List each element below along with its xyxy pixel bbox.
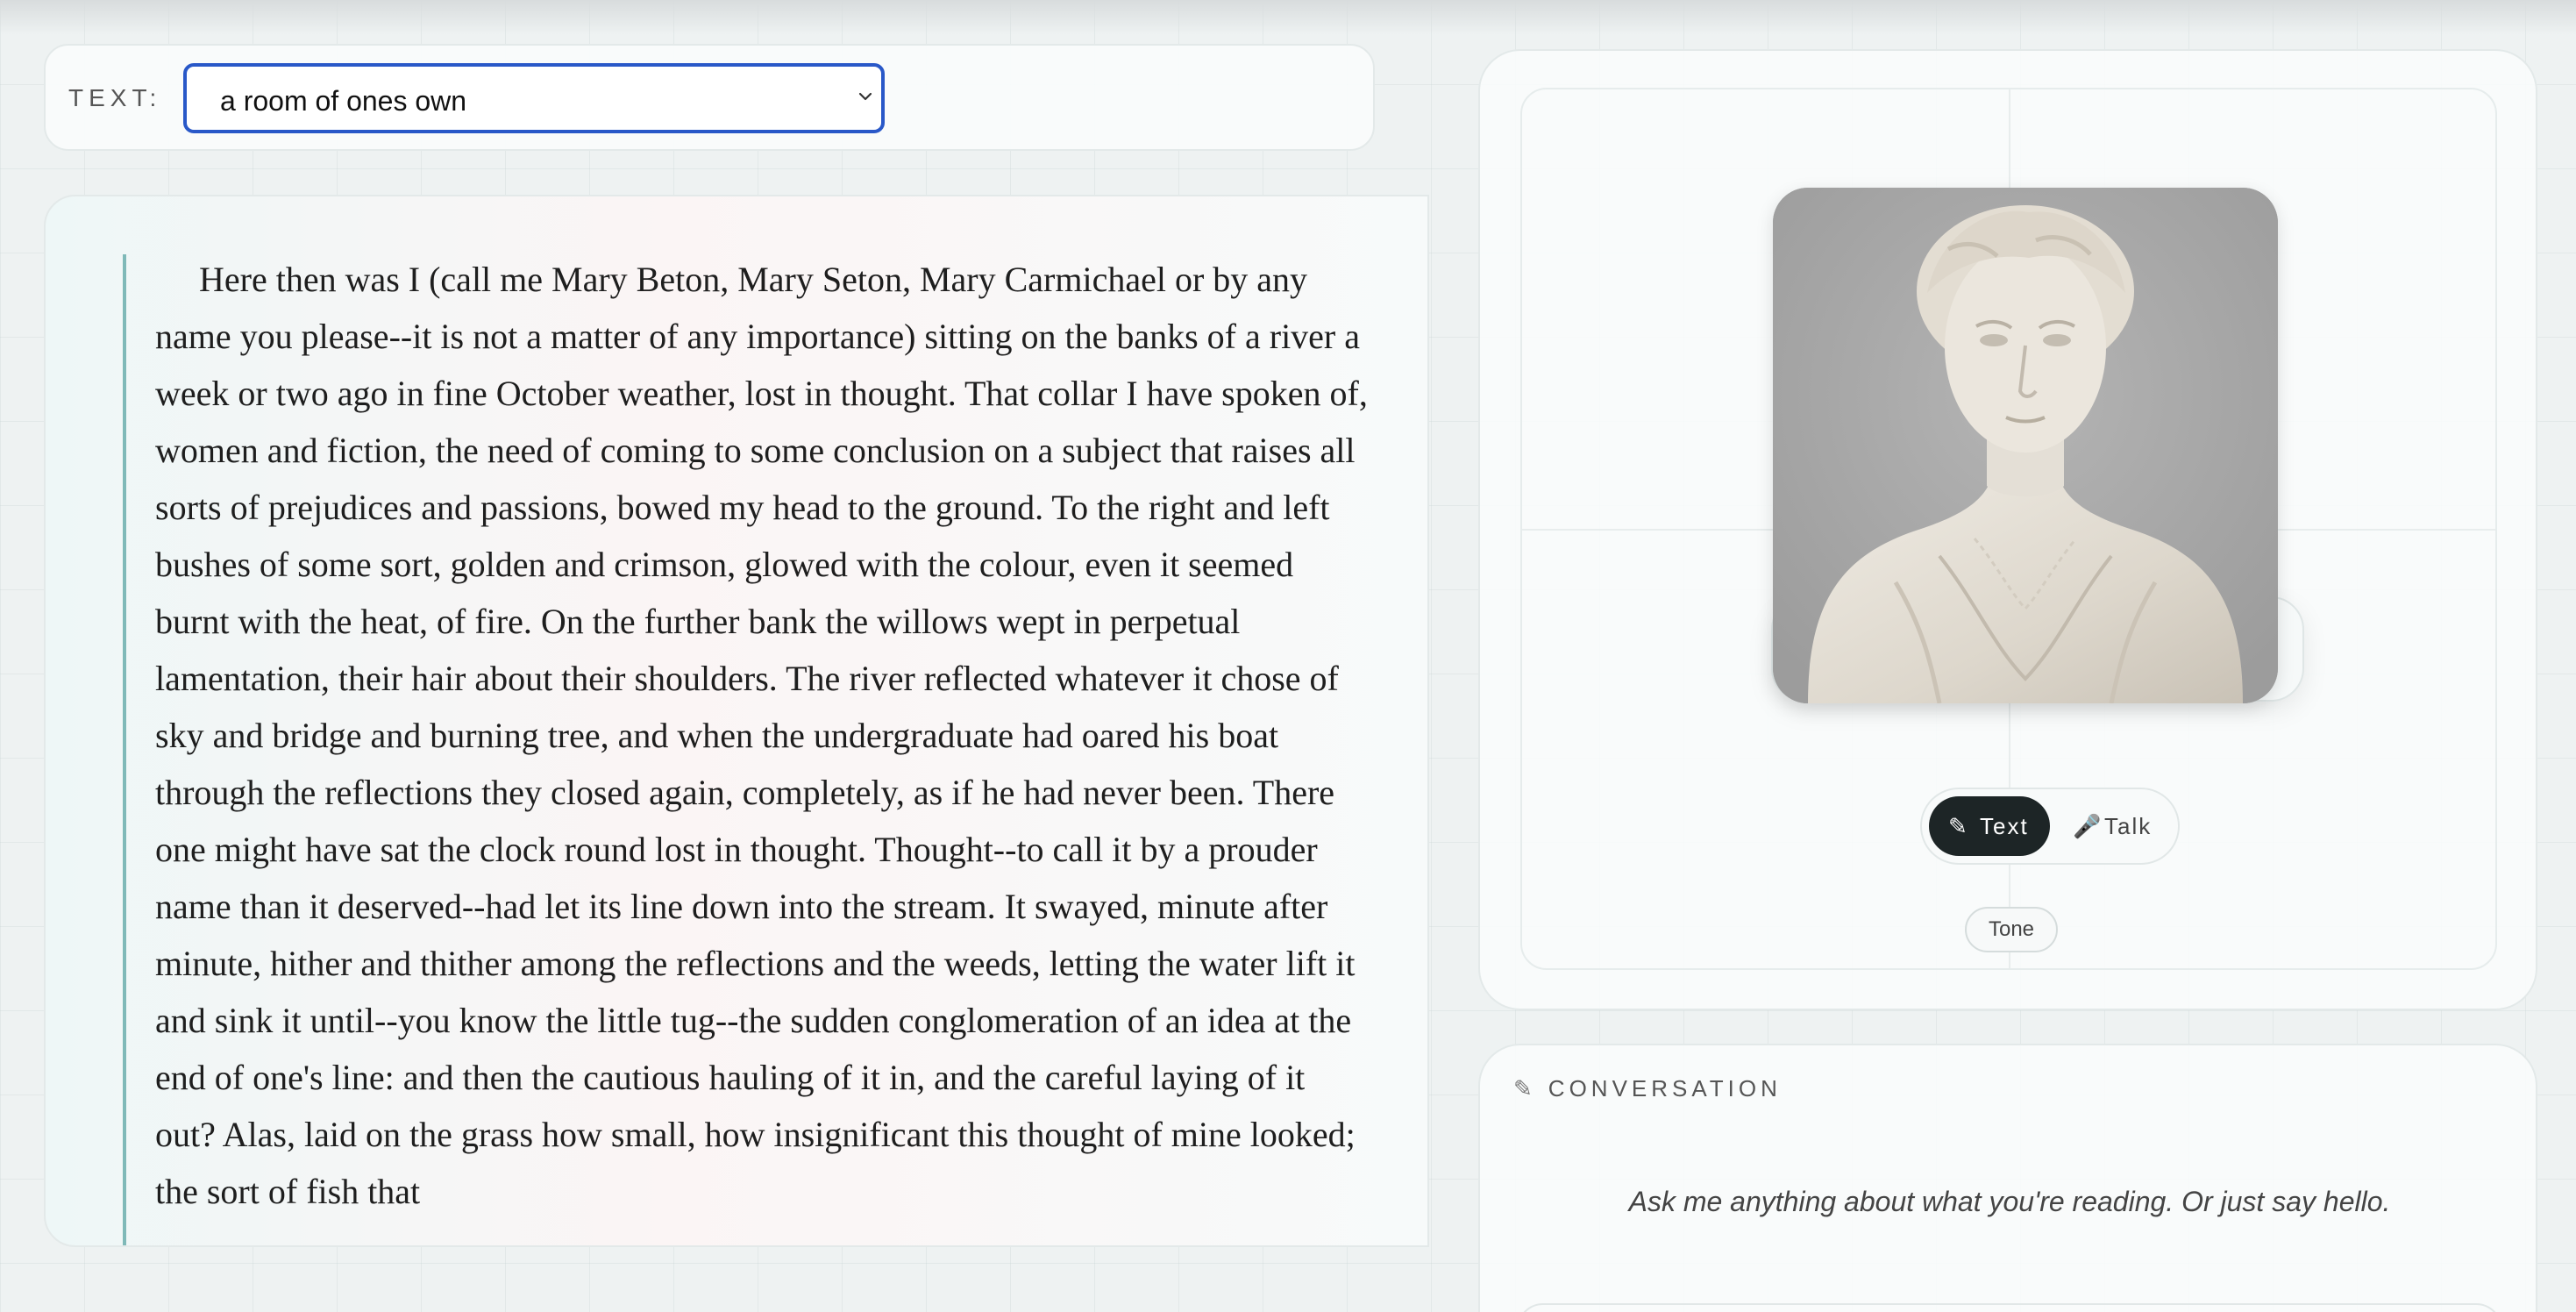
conversation-header: ✎ CONVERSATION <box>1513 1075 1782 1102</box>
text-selector-label: TEXT: <box>68 84 162 111</box>
conversation-hint: Ask me anything about what you're readin… <box>1628 1186 2391 1217</box>
tone-button[interactable]: Tone <box>1965 907 2058 952</box>
avatar-stage: ✎ Text 🎤Talk Tone <box>1520 88 2497 970</box>
talk-mode-button[interactable]: 🎤Talk <box>2053 796 2176 856</box>
message-input[interactable] <box>1517 1303 2502 1312</box>
chevron-down-icon <box>858 92 872 101</box>
text-select-value: a room of ones own <box>220 85 467 117</box>
text-select-dropdown[interactable]: a room of ones own <box>183 63 885 133</box>
pencil-icon: ✎ <box>1513 1075 1533 1102</box>
avatar-panel: ✎ Text 🎤Talk Tone <box>1478 49 2537 1010</box>
conversation-panel: ✎ CONVERSATION Ask me anything about what… <box>1478 1044 2537 1312</box>
reading-card[interactable]: Here then was I (call me Mary Beton, Mar… <box>44 195 1429 1247</box>
text-mode-label: Text <box>1980 813 2029 839</box>
mode-toggle: ✎ Text 🎤Talk <box>1920 788 2180 865</box>
top-shade <box>0 0 2576 35</box>
marble-bust-illustration <box>1773 188 2278 703</box>
text-selector-card: TEXT: a room of ones own <box>44 44 1375 151</box>
conversation-title: CONVERSATION <box>1548 1075 1782 1102</box>
reading-passage: Here then was I (call me Mary Beton, Mar… <box>155 260 1368 1211</box>
passage-accent-bar <box>123 254 126 1245</box>
author-bust-avatar <box>1773 188 2278 703</box>
microphone-icon: 🎤 <box>2073 813 2103 839</box>
text-mode-button[interactable]: ✎ Text <box>1929 796 2050 856</box>
pencil-icon: ✎ <box>1948 813 1969 839</box>
talk-mode-label: Talk <box>2104 813 2153 839</box>
